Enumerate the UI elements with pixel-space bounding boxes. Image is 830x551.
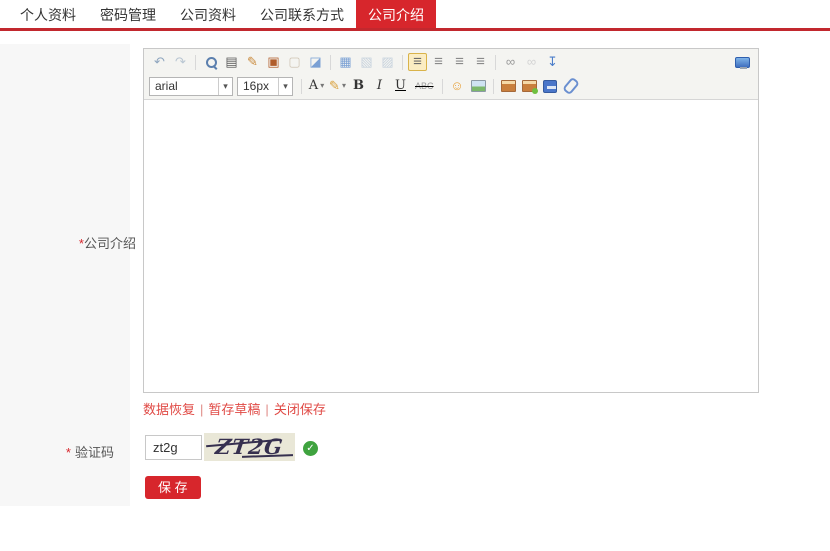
table-icon-glyph: ▦: [339, 53, 351, 71]
paste-word-icon-glyph: ▣: [267, 53, 279, 71]
field-label-panel: [0, 44, 130, 506]
font-color-icon[interactable]: A▾: [307, 77, 326, 95]
eraser-icon[interactable]: ◪: [306, 53, 325, 71]
toolbar-separator: [301, 79, 302, 94]
company-intro-label: *公司介绍: [0, 233, 136, 252]
chevron-down-icon: ▾: [342, 77, 346, 95]
upload-image-icon[interactable]: [520, 77, 539, 95]
redo-icon[interactable]: ↷: [171, 53, 190, 71]
anchor-icon[interactable]: ↧: [543, 53, 562, 71]
table-icon[interactable]: ▦: [336, 53, 355, 71]
link-icon[interactable]: ∞: [501, 53, 520, 71]
tab-company-intro[interactable]: 公司介绍: [356, 0, 436, 28]
editor-action-links: 数据恢复 | 暂存草稿 | 关闭保存: [143, 399, 326, 418]
print-icon-glyph: ▤: [225, 53, 237, 71]
emoticon-icon[interactable]: ☺: [448, 77, 467, 95]
emoticon-icon-glyph: ☺: [450, 77, 463, 95]
strikethrough-icon[interactable]: ABC: [412, 77, 437, 95]
toolbar-row1-icons: ↶ ↷ ▤ ✎ ▣ ▢ ◪ ▦ ▧ ▨ ≡ ≡ ≡ ≡ ∞ ∞ ↧: [149, 53, 563, 71]
merge-cells-icon-glyph: ▧: [360, 53, 372, 71]
format-brush-icon-glyph: ✎: [247, 53, 258, 71]
align-justify-icon-glyph: ≡: [476, 53, 485, 71]
editor-content-area[interactable]: [144, 100, 758, 392]
toolbar-separator: [495, 55, 496, 70]
unlink-icon-glyph: ∞: [527, 53, 536, 71]
editor-toolbar: ↶↷▤✎▣▢◪▦▧▨≡≡≡≡∞∞↧ arial ▾ 16px ▾ A▾✎▾BIU…: [144, 49, 758, 100]
fullscreen-icon[interactable]: [733, 53, 752, 71]
italic-icon-glyph: I: [377, 77, 382, 95]
merge-cells-icon[interactable]: ▧: [357, 53, 376, 71]
align-left-icon-glyph: ≡: [413, 53, 422, 71]
toolbar-separator: [330, 55, 331, 70]
image-icon[interactable]: [469, 77, 488, 95]
chevron-down-icon: ▾: [320, 77, 324, 95]
tab-password[interactable]: 密码管理: [88, 0, 168, 28]
link-separator: |: [265, 402, 268, 417]
align-center-icon-glyph: ≡: [434, 53, 443, 71]
page: 个人资料密码管理公司资料公司联系方式公司介绍 *公司介绍 ↶↷▤✎▣▢◪▦▧▨≡…: [0, 0, 830, 551]
flash-icon[interactable]: [499, 77, 518, 95]
unlink-icon[interactable]: ∞: [522, 53, 541, 71]
print-icon[interactable]: ▤: [222, 53, 241, 71]
paste-word-icon[interactable]: ▣: [264, 53, 283, 71]
captcha-input[interactable]: [145, 435, 202, 460]
paste-icon[interactable]: ▢: [285, 53, 304, 71]
editor-link-data-restore[interactable]: 数据恢复: [143, 402, 195, 417]
captcha-valid-check-icon: [303, 441, 318, 456]
font-size-select[interactable]: 16px ▾: [237, 77, 293, 96]
editor-link-save-draft[interactable]: 暂存草稿: [208, 402, 260, 417]
toolbar-separator: [442, 79, 443, 94]
underline-icon-glyph: U: [395, 77, 406, 95]
tab-bar: 个人资料密码管理公司资料公司联系方式公司介绍: [0, 0, 830, 31]
toolbar-row2-icons: A▾✎▾BIUABC☺: [297, 77, 582, 95]
captcha-image-text: ZT2G: [204, 433, 295, 460]
toolbar-separator: [402, 55, 403, 70]
split-cells-icon-glyph: ▨: [381, 53, 393, 71]
rich-text-editor: ↶↷▤✎▣▢◪▦▧▨≡≡≡≡∞∞↧ arial ▾ 16px ▾ A▾✎▾BIU…: [143, 48, 759, 393]
chevron-down-icon: ▾: [218, 78, 232, 95]
format-brush-icon[interactable]: ✎: [243, 53, 262, 71]
media-icon[interactable]: [541, 77, 560, 95]
split-cells-icon[interactable]: ▨: [378, 53, 397, 71]
align-left-icon[interactable]: ≡: [408, 53, 427, 71]
link-separator: |: [200, 402, 203, 417]
toolbar-row-1: ↶ ↷ ▤ ✎ ▣ ▢ ◪ ▦ ▧ ▨ ≡ ≡ ≡ ≡ ∞ ∞ ↧: [144, 50, 758, 74]
align-center-icon[interactable]: ≡: [429, 53, 448, 71]
toolbar-row-2: arial ▾ 16px ▾ A▾✎▾BIUABC☺: [144, 74, 758, 98]
eraser-icon-glyph: ◪: [309, 53, 321, 71]
tab-personal[interactable]: 个人资料: [8, 0, 88, 28]
captcha-label: *验证码: [0, 442, 114, 461]
tab-company-contact[interactable]: 公司联系方式: [248, 0, 356, 28]
font-color-icon-glyph: A: [309, 77, 318, 95]
tab-company-info[interactable]: 公司资料: [168, 0, 248, 28]
align-right-icon-glyph: ≡: [455, 53, 464, 71]
attachment-icon[interactable]: [562, 77, 581, 95]
redo-icon-glyph: ↷: [175, 53, 186, 71]
paste-icon-glyph: ▢: [288, 53, 300, 71]
toolbar-separator: [493, 79, 494, 94]
strikethrough-icon-glyph: ABC: [415, 77, 434, 95]
font-family-select[interactable]: arial ▾: [149, 77, 233, 96]
highlight-color-icon-glyph: ✎: [329, 77, 340, 95]
underline-icon[interactable]: U: [391, 77, 410, 95]
undo-icon[interactable]: ↶: [150, 53, 169, 71]
toolbar-separator: [195, 55, 196, 70]
undo-icon-glyph: ↶: [154, 53, 165, 71]
anchor-icon-glyph: ↧: [547, 53, 558, 71]
align-justify-icon[interactable]: ≡: [471, 53, 490, 71]
save-button[interactable]: 保 存: [145, 476, 201, 499]
italic-icon[interactable]: I: [370, 77, 389, 95]
required-asterisk: *: [66, 445, 71, 460]
link-icon-glyph: ∞: [506, 53, 515, 71]
bold-icon[interactable]: B: [349, 77, 368, 95]
highlight-color-icon[interactable]: ✎▾: [328, 77, 347, 95]
bold-icon-glyph: B: [353, 77, 364, 95]
chevron-down-icon: ▾: [278, 78, 292, 95]
editor-link-close-save[interactable]: 关闭保存: [274, 402, 326, 417]
preview-icon[interactable]: [201, 53, 220, 71]
align-right-icon[interactable]: ≡: [450, 53, 469, 71]
captcha-image[interactable]: ZT2G: [204, 433, 295, 461]
